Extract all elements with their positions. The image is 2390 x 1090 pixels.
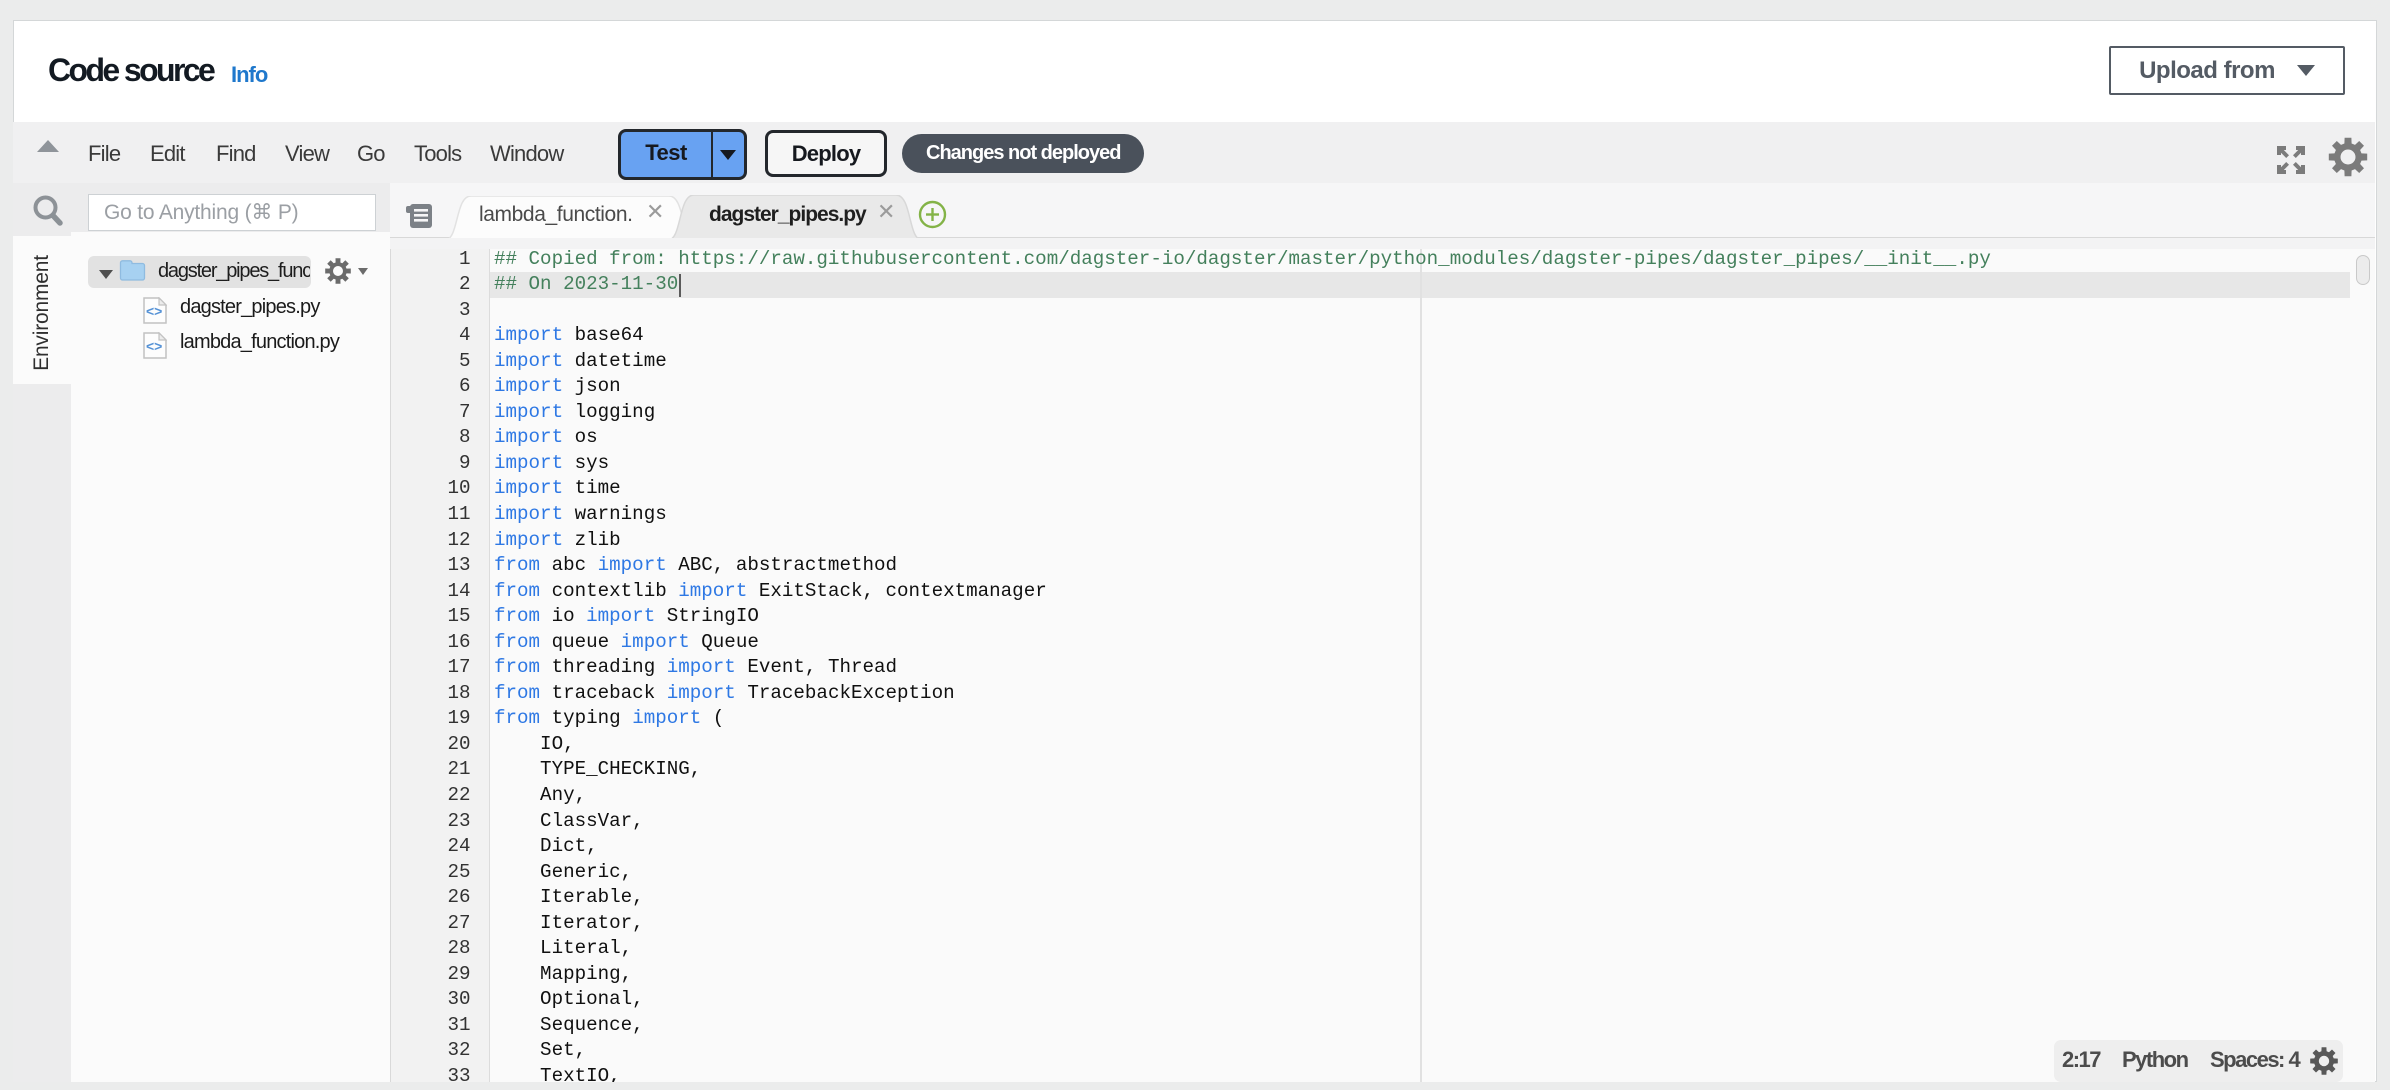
svg-text:<>: <> <box>146 303 162 319</box>
svg-text:<>: <> <box>146 338 162 354</box>
